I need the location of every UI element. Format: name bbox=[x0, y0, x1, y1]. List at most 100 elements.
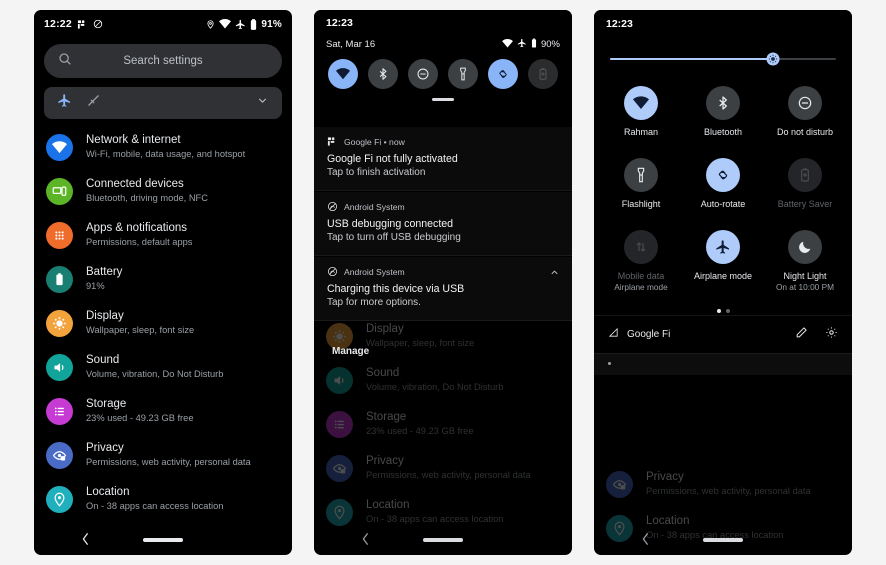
home-pill[interactable] bbox=[143, 538, 183, 542]
qs-tile-label: Rahman bbox=[623, 127, 659, 137]
shade-date: Sat, Mar 16 bbox=[326, 39, 376, 50]
privacy-eye-icon bbox=[326, 454, 353, 482]
settings-row[interactable]: Storage 23% used - 49.23 GB free bbox=[314, 402, 572, 446]
settings-row[interactable]: Sound Volume, vibration, Do Not Disturb bbox=[34, 345, 292, 389]
brightness-thumb[interactable] bbox=[766, 52, 780, 66]
airplane-icon bbox=[235, 19, 246, 30]
notification-item[interactable]: Google Fi • now Google Fi not fully acti… bbox=[314, 127, 572, 191]
settings-row[interactable]: Sound Volume, vibration, Do Not Disturb bbox=[314, 358, 572, 402]
settings-row[interactable]: Network & internet Wi-Fi, mobile, data u… bbox=[34, 125, 292, 169]
settings-row-title: Battery bbox=[86, 266, 123, 278]
dnd-icon bbox=[788, 86, 822, 120]
qs-tile-label: Auto-rotate bbox=[700, 199, 746, 209]
pencil-icon[interactable] bbox=[795, 326, 808, 342]
back-icon[interactable] bbox=[361, 532, 370, 548]
page-dot[interactable] bbox=[716, 309, 721, 313]
settings-row-subtitle: 91% bbox=[86, 281, 105, 291]
settings-row[interactable]: Battery 91% bbox=[34, 257, 292, 301]
status-bar-left: 12:22 bbox=[44, 18, 103, 30]
qs-tile[interactable]: Mobile data Airplane mode bbox=[600, 222, 682, 303]
qs-tile[interactable]: Flashlight bbox=[600, 150, 682, 220]
settings-row[interactable]: Privacy Permissions, web activity, perso… bbox=[314, 446, 572, 490]
flashlight-tile[interactable] bbox=[448, 59, 478, 89]
back-icon[interactable] bbox=[641, 532, 650, 548]
page-indicator bbox=[594, 303, 852, 315]
battery-icon bbox=[531, 38, 537, 51]
qs-tile[interactable]: Battery Saver bbox=[764, 150, 846, 220]
notification-subtitle: Tap for more options. bbox=[327, 297, 421, 308]
devices-icon bbox=[46, 177, 73, 205]
airplane-icon bbox=[706, 230, 740, 264]
settings-row-subtitle: Wallpaper, sleep, font size bbox=[86, 325, 195, 335]
qs-tile[interactable]: Do not disturb bbox=[764, 78, 846, 148]
settings-row[interactable]: Location On - 38 apps can access locatio… bbox=[34, 477, 292, 521]
settings-row[interactable]: Apps & notifications Permissions, defaul… bbox=[34, 213, 292, 257]
qs-tile-label: Battery Saver bbox=[777, 199, 833, 209]
qs-tile[interactable]: Bluetooth bbox=[682, 78, 764, 148]
brightness-slider[interactable] bbox=[594, 38, 852, 66]
notification-app-name: Android System bbox=[344, 201, 405, 212]
bluetooth-tile[interactable] bbox=[368, 59, 398, 89]
settings-row-subtitle: 23% used - 49.23 GB free bbox=[86, 413, 194, 423]
chevron-up-icon[interactable] bbox=[549, 267, 560, 280]
qs-tile-label: Night Light bbox=[783, 271, 827, 281]
settings-row-text: Storage 23% used - 49.23 GB free bbox=[366, 410, 474, 438]
shade-date-row: Sat, Mar 16 90% bbox=[314, 36, 572, 51]
gear-icon[interactable] bbox=[825, 326, 838, 342]
google-fi-icon bbox=[77, 19, 88, 30]
notification-item[interactable]: Android System USB debugging connected T… bbox=[314, 192, 572, 256]
notification-subtitle: Tap to finish activation bbox=[327, 167, 426, 178]
settings-row[interactable]: Privacy Permissions, web activity, perso… bbox=[594, 462, 852, 506]
qs-tile[interactable]: Auto-rotate bbox=[682, 150, 764, 220]
storage-icon bbox=[46, 397, 73, 425]
nav-bar bbox=[34, 525, 292, 555]
qs-tile-label: Do not disturb bbox=[776, 127, 834, 137]
chevron-down-icon[interactable] bbox=[256, 94, 269, 112]
settings-row-title: Privacy bbox=[86, 442, 124, 454]
home-pill[interactable] bbox=[423, 538, 463, 542]
nav-bar bbox=[594, 525, 852, 555]
settings-row[interactable]: Privacy Permissions, web activity, perso… bbox=[34, 433, 292, 477]
settings-row-subtitle: Bluetooth, driving mode, NFC bbox=[86, 193, 208, 203]
phone-quick-settings: Privacy Permissions, web activity, perso… bbox=[594, 10, 852, 555]
settings-row[interactable]: Connected devices Bluetooth, driving mod… bbox=[34, 169, 292, 213]
settings-row-text: Sound Volume, vibration, Do Not Disturb bbox=[86, 353, 223, 381]
settings-row-title: Privacy bbox=[646, 471, 684, 483]
manage-notifications-button[interactable]: Manage bbox=[332, 346, 369, 357]
battery-percent: 90% bbox=[540, 39, 560, 50]
quick-settings-footer: Google Fi bbox=[594, 315, 852, 353]
shade-drag-handle[interactable] bbox=[432, 98, 454, 101]
auto-rotate-tile[interactable] bbox=[488, 59, 518, 89]
qs-tile[interactable]: Airplane mode bbox=[682, 222, 764, 303]
notification-item[interactable]: Android System Charging this device via … bbox=[314, 257, 572, 321]
android-system-icon bbox=[327, 201, 338, 212]
settings-row-subtitle: Wallpaper, sleep, font size bbox=[366, 338, 475, 348]
wifi-tile[interactable] bbox=[328, 59, 358, 89]
status-time: 12:22 bbox=[44, 18, 72, 30]
screenshot-stage: 12:22 91% Search settings Network & inte… bbox=[0, 0, 886, 565]
settings-row-title: Apps & notifications bbox=[86, 222, 188, 234]
settings-row-text: Storage 23% used - 49.23 GB free bbox=[86, 397, 194, 425]
settings-row[interactable]: Storage 23% used - 49.23 GB free bbox=[34, 389, 292, 433]
status-time: 12:23 bbox=[606, 18, 633, 30]
status-bar: 12:22 91% bbox=[34, 10, 292, 38]
dnd-tile[interactable] bbox=[408, 59, 438, 89]
qs-tile-label: Mobile data bbox=[617, 271, 665, 281]
qs-tile[interactable]: Night Light On at 10:00 PM bbox=[764, 222, 846, 303]
settings-row-text: Sound Volume, vibration, Do Not Disturb bbox=[366, 366, 503, 394]
apps-grid-icon bbox=[46, 221, 73, 249]
back-icon[interactable] bbox=[81, 532, 90, 548]
google-fi-icon bbox=[327, 136, 338, 147]
search-settings-bar[interactable]: Search settings bbox=[44, 44, 282, 78]
settings-row[interactable]: Display Wallpaper, sleep, font size bbox=[34, 301, 292, 345]
qs-tile[interactable]: Rahman bbox=[600, 78, 682, 148]
settings-row-subtitle: On - 38 apps can access location bbox=[86, 501, 224, 511]
notification-subtitle: Tap to turn off USB debugging bbox=[327, 232, 461, 243]
notification-app-row: Android System bbox=[327, 266, 559, 277]
suggestion-chip-row[interactable] bbox=[44, 87, 282, 119]
storage-icon bbox=[326, 410, 353, 438]
battery-saver-tile[interactable] bbox=[528, 59, 558, 89]
settings-row-title: Location bbox=[86, 486, 130, 498]
home-pill[interactable] bbox=[703, 538, 743, 542]
page-dot[interactable] bbox=[725, 309, 730, 313]
